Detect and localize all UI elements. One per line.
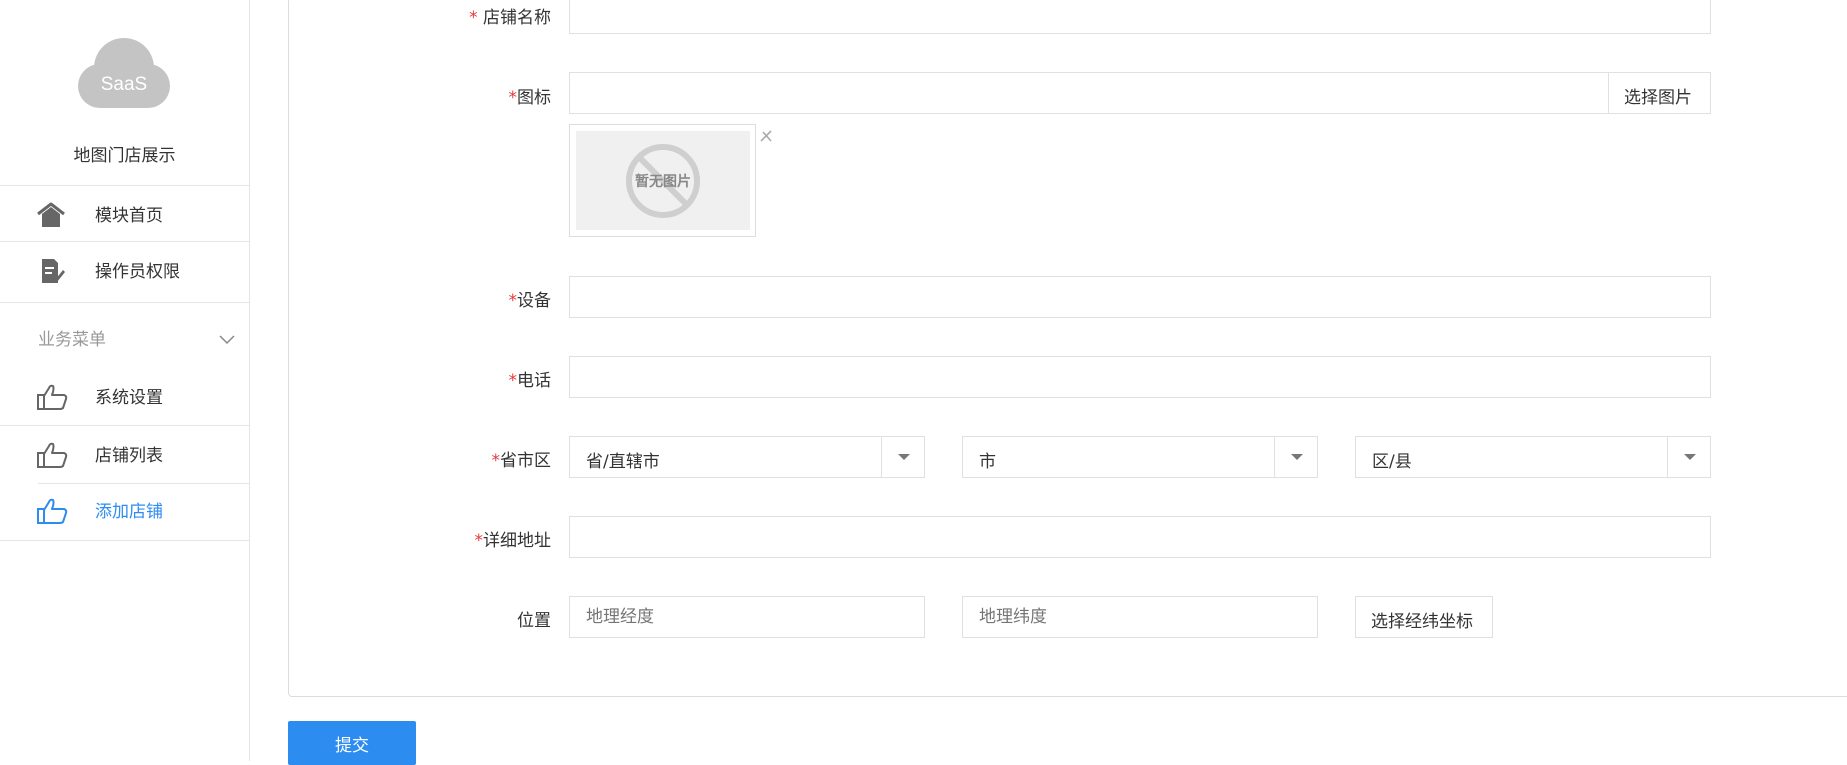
sidebar-item-label: 模块首页: [95, 206, 163, 226]
province-select[interactable]: 省/直辖市: [569, 436, 925, 478]
caret-down-icon: [898, 454, 910, 460]
sidebar-item-label: 操作员权限: [95, 262, 180, 282]
saas-logo: SaaS: [76, 36, 172, 110]
home-icon: [36, 202, 66, 228]
pick-coordinates-button[interactable]: 选择经纬坐标: [1355, 596, 1493, 638]
field-label: 位置: [517, 611, 551, 631]
sidebar-item-add-shop[interactable]: 添加店铺: [0, 482, 249, 538]
sidebar-item-home[interactable]: 模块首页: [0, 186, 249, 242]
logo-text: SaaS: [100, 74, 148, 95]
app-title: 地图门店展示: [73, 146, 176, 166]
divider: [0, 302, 249, 303]
thumbs-up-icon: [36, 442, 68, 468]
no-image-placeholder: 暂无图片: [576, 131, 750, 230]
icon-path-input[interactable]: [569, 72, 1609, 114]
sidebar-item-label: 店铺列表: [95, 446, 163, 466]
city-select-value: 市: [979, 452, 996, 472]
sidebar-group-business-menu[interactable]: 业务菜单: [0, 307, 249, 363]
address-input[interactable]: [569, 516, 1711, 558]
shop-name-input[interactable]: [569, 0, 1711, 34]
caret-down-icon: [1684, 454, 1696, 460]
image-thumbnail: 暂无图片: [569, 124, 756, 237]
field-label: *电话: [508, 371, 552, 391]
longitude-input[interactable]: [569, 596, 925, 638]
chevron-down-icon: [218, 331, 236, 345]
city-select[interactable]: 市: [962, 436, 1318, 478]
province-select-value: 省/直辖市: [586, 452, 660, 472]
dropdown-button[interactable]: [881, 437, 924, 477]
sidebar: SaaS 地图门店展示 模块首页 操作员权限 业务菜单 系统设置 店铺列表 添加…: [0, 0, 250, 761]
field-label: *设备: [508, 291, 552, 311]
phone-input[interactable]: [569, 356, 1711, 398]
no-image-text: 暂无图片: [635, 174, 691, 190]
submit-button[interactable]: 提交: [288, 721, 416, 765]
sidebar-item-system-settings[interactable]: 系统设置: [0, 368, 249, 424]
latitude-input[interactable]: [962, 596, 1318, 638]
caret-down-icon: [1291, 454, 1303, 460]
field-label: * 店铺名称: [469, 8, 551, 28]
thumbs-up-icon: [36, 384, 68, 410]
select-image-button[interactable]: 选择图片: [1608, 72, 1711, 114]
divider: [0, 540, 249, 541]
district-select[interactable]: 区/县: [1355, 436, 1711, 478]
sidebar-item-label: 添加店铺: [95, 502, 163, 522]
field-label: *省市区: [491, 451, 552, 471]
document-edit-icon: [36, 258, 66, 284]
field-label: *详细地址: [474, 531, 552, 551]
sidebar-item-shop-list[interactable]: 店铺列表: [0, 426, 249, 482]
dropdown-button[interactable]: [1667, 437, 1710, 477]
device-input[interactable]: [569, 276, 1711, 318]
district-select-value: 区/县: [1372, 452, 1412, 472]
group-label: 业务菜单: [38, 330, 106, 350]
sidebar-item-label: 系统设置: [95, 388, 163, 408]
field-label: *图标: [508, 88, 552, 108]
sidebar-item-operator-permissions[interactable]: 操作员权限: [0, 242, 249, 298]
dropdown-button[interactable]: [1274, 437, 1317, 477]
close-icon[interactable]: [758, 128, 774, 144]
thumbs-up-icon: [36, 498, 68, 524]
